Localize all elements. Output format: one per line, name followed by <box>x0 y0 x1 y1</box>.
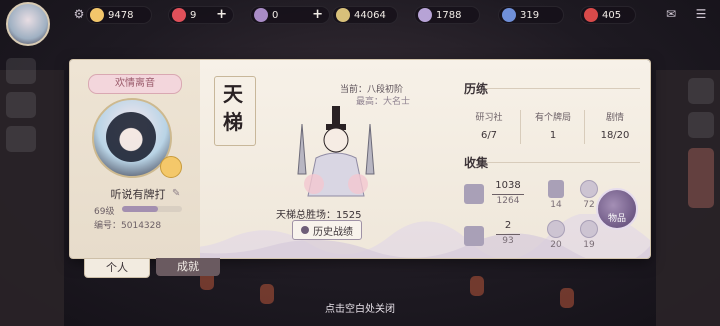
card-count: 1038 <box>495 180 521 191</box>
resource-ruby[interactable]: 405 <box>580 6 636 24</box>
gem-icon <box>172 8 186 22</box>
tab-personal[interactable]: 个人 <box>84 258 150 278</box>
player-title-badge: 欢情离音 <box>88 74 182 94</box>
costume-count: 2 <box>504 220 512 231</box>
emote-count: 20 <box>550 240 562 250</box>
settings-icon[interactable]: ⚙ <box>72 7 86 21</box>
jade-icon <box>254 8 268 22</box>
side-menu-button[interactable] <box>6 126 36 152</box>
resource-ruby-value: 405 <box>602 9 622 21</box>
practice-stat-label: 研习社 <box>475 113 503 123</box>
practice-stat-value: 6/7 <box>480 130 498 141</box>
resource-scroll[interactable]: 44064 <box>332 6 398 24</box>
tab-achievement[interactable]: 成就 <box>156 258 220 276</box>
resource-gem[interactable]: 9 + <box>168 6 234 24</box>
badge-collection-icon[interactable] <box>580 220 598 238</box>
ratio-divider <box>492 194 524 195</box>
divider <box>584 110 585 144</box>
ratio-divider <box>496 234 520 235</box>
menu-icon[interactable]: ☰ <box>694 7 708 21</box>
costume-total: 93 <box>502 236 514 246</box>
mail-icon[interactable]: ✉ <box>664 7 678 21</box>
add-gem-button[interactable]: + <box>216 7 227 23</box>
emote-icon[interactable] <box>547 220 565 238</box>
card-deck-icon[interactable] <box>548 180 564 198</box>
resource-scroll-value: 44064 <box>354 9 386 21</box>
resource-jade-value: 0 <box>272 9 279 21</box>
practice-stat-value: 1 <box>549 130 557 141</box>
history-record-label: 历史战绩 <box>313 226 353 238</box>
card-total: 1264 <box>496 196 520 206</box>
resource-gem-value: 9 <box>190 9 197 21</box>
player-card: 欢情离音 听说有牌打 ✎ 69级 编号：5014328 <box>70 60 200 258</box>
scroll-icon <box>336 8 350 22</box>
rank-figure <box>297 106 375 197</box>
top-resource-bar: ⚙ 9478 9 + 0 + 44064 1788 319 405 ✉ ☰ <box>0 0 720 46</box>
portrait-character <box>106 112 156 162</box>
badge-icon <box>160 156 182 178</box>
stats-section: 历练 研习社 6/7 有个牌局 1 剧情 18/20 收集 1038 1264 … <box>456 60 650 258</box>
background-lantern <box>470 276 484 296</box>
add-jade-button[interactable]: + <box>312 7 323 23</box>
player-avatar[interactable] <box>6 2 50 46</box>
player-level: 69级 <box>94 207 115 217</box>
resource-jade[interactable]: 0 + <box>250 6 330 24</box>
resource-coin-value: 9478 <box>108 9 134 21</box>
costume-icon[interactable] <box>464 226 484 246</box>
side-menu-button[interactable] <box>6 58 36 84</box>
resource-coin[interactable]: 9478 <box>86 6 152 24</box>
card-deck-count: 14 <box>550 200 562 210</box>
orb-icon <box>418 8 432 22</box>
ruby-icon <box>584 8 598 22</box>
collection-title: 收集 <box>464 156 489 170</box>
history-record-button[interactable]: 历史战绩 <box>292 220 362 240</box>
divider <box>486 88 640 89</box>
ladder-emblem: 天梯 <box>223 82 243 134</box>
practice-title: 历练 <box>464 82 489 96</box>
resource-orb[interactable]: 1788 <box>414 6 480 24</box>
level-progress-fill <box>122 206 158 212</box>
practice-stat-label: 剧情 <box>605 113 624 123</box>
side-menu-button[interactable] <box>6 92 36 118</box>
player-id-label: 编号： <box>94 221 122 231</box>
practice-stat-label: 有个牌局 <box>534 113 571 123</box>
edit-name-icon[interactable]: ✎ <box>172 188 180 199</box>
close-hint: 点击空白处关闭 <box>325 304 395 315</box>
resource-crystal-value: 319 <box>520 9 540 21</box>
resource-orb-value: 1788 <box>436 9 462 21</box>
portrait-frame-icon[interactable] <box>580 180 598 198</box>
history-icon <box>301 226 309 234</box>
player-id-value: 5014328 <box>121 221 162 231</box>
practice-stat-value: 18/20 <box>600 130 630 141</box>
items-button[interactable]: 物品 <box>596 188 638 230</box>
resource-crystal[interactable]: 319 <box>498 6 564 24</box>
side-banner[interactable] <box>688 148 714 208</box>
level-progress-bar <box>122 206 182 212</box>
badge-count: 19 <box>583 240 595 250</box>
side-menu-button[interactable] <box>688 112 714 138</box>
divider <box>520 110 521 144</box>
ladder-total-wins: 天梯总胜场：1525 <box>276 206 361 221</box>
divider <box>486 162 640 163</box>
side-menu-button[interactable] <box>688 78 714 104</box>
coin-icon <box>90 8 104 22</box>
card-collection-icon[interactable] <box>464 184 484 204</box>
crystal-icon <box>502 8 516 22</box>
player-id: 编号：5014328 <box>94 218 161 231</box>
profile-panel: 欢情离音 听说有牌打 ✎ 69级 编号：5014328 天梯 当前：八段初阶 最… <box>70 60 650 258</box>
items-button-label: 物品 <box>607 214 626 224</box>
ladder-section: 天梯 当前：八段初阶 最高：大名士 天梯总胜场：1525 历史战绩 <box>206 60 456 258</box>
